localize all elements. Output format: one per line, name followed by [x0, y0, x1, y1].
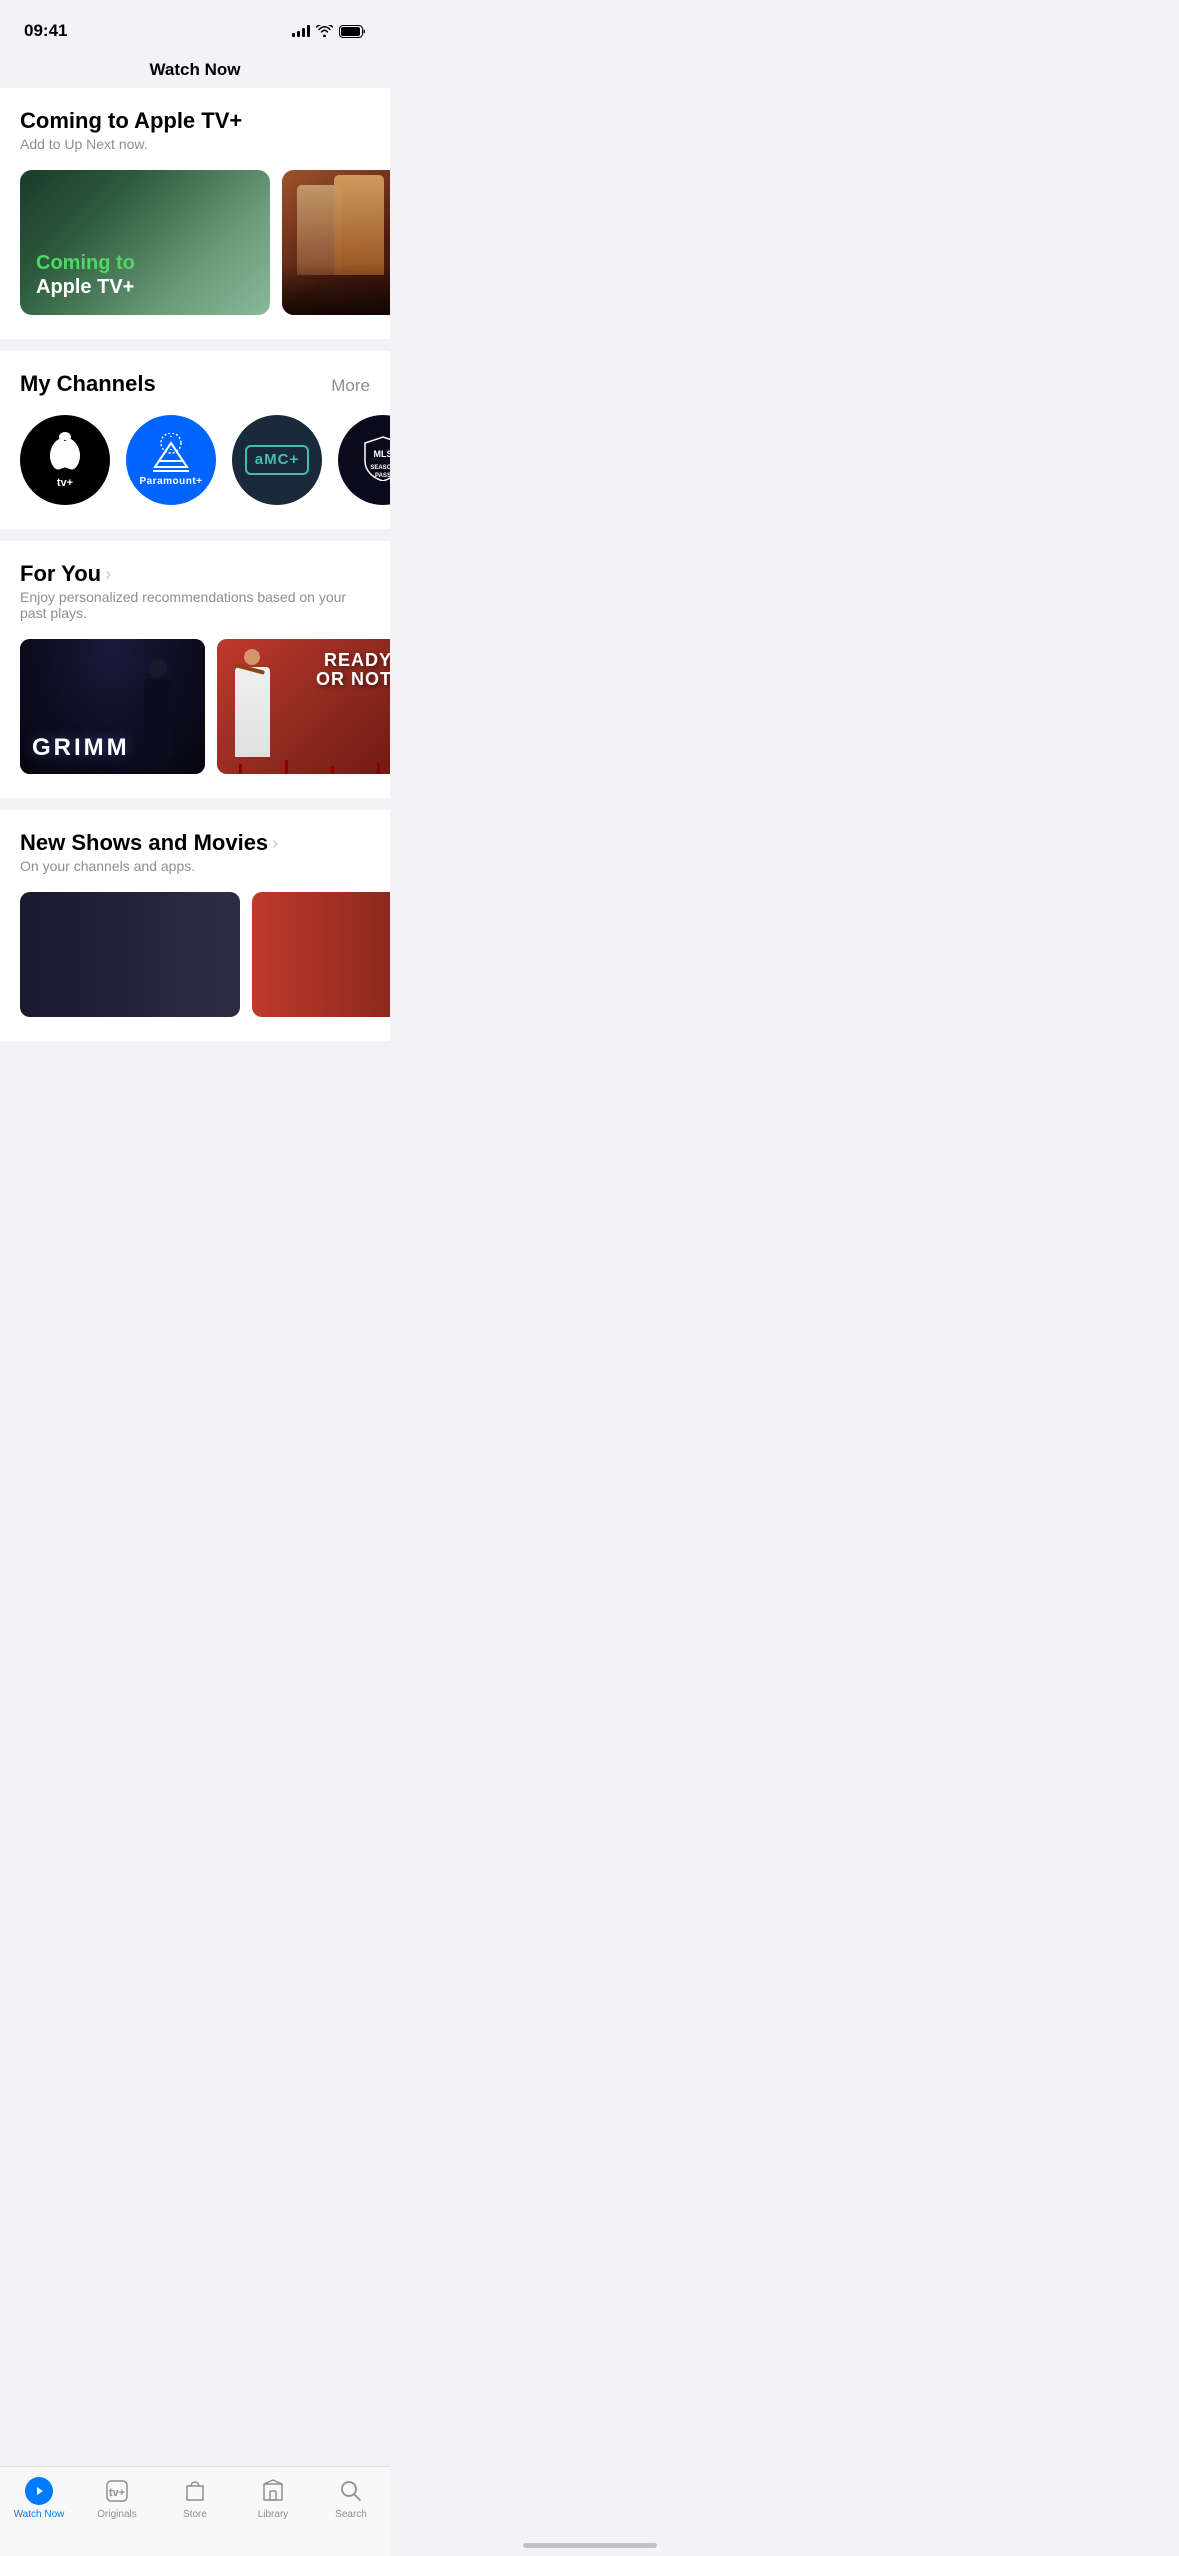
for-you-section: For You › Enjoy personalized recommendat…: [0, 541, 390, 798]
ron-character: [227, 649, 277, 774]
grimm-show-card[interactable]: GRIMM: [20, 639, 205, 774]
amc-logo: aMC+: [245, 445, 309, 475]
ron-title: READYOR NOT: [277, 651, 390, 689]
svg-text:MLS: MLS: [374, 449, 391, 459]
for-you-title: For You: [20, 561, 101, 587]
for-you-chevron: ›: [105, 564, 111, 585]
battery-icon: [339, 25, 366, 38]
new-shows-section: New Shows and Movies › On your channels …: [0, 810, 390, 1041]
ready-or-not-card[interactable]: READYOR NOT: [217, 639, 390, 774]
coming-to-appletv-section: Coming to Apple TV+ Add to Up Next now. …: [0, 88, 390, 339]
tab-store[interactable]: Store: [156, 2477, 234, 2520]
svg-text:SEASON: SEASON: [370, 465, 390, 471]
channels-more-link[interactable]: More: [331, 376, 370, 396]
blood-drips: [217, 759, 390, 774]
new-shows-title: New Shows and Movies: [20, 830, 268, 856]
grimm-character: [130, 659, 185, 774]
originals-tab-label: Originals: [97, 2509, 136, 2520]
new-shows-header: New Shows and Movies › On your channels …: [0, 830, 390, 874]
library-tab-icon: [259, 2477, 287, 2505]
play-circle-icon: [25, 2477, 53, 2505]
tab-search[interactable]: Search: [312, 2477, 390, 2520]
mls-logo: MLS SEASON PASS: [363, 435, 390, 486]
tab-originals[interactable]: tv+ Originals: [78, 2477, 156, 2520]
grimm-head: [149, 659, 167, 677]
grimm-title: GRIMM: [32, 734, 130, 761]
channel-paramount[interactable]: Paramount+: [126, 415, 216, 505]
new-shows-chevron: ›: [272, 833, 278, 854]
library-tab-label: Library: [258, 2509, 289, 2520]
ron-dress: [235, 667, 270, 757]
main-content: Coming to Apple TV+ Add to Up Next now. …: [0, 88, 390, 1143]
signal-icon: [292, 25, 310, 37]
store-tab-icon: [181, 2477, 209, 2505]
for-you-title-link[interactable]: For You ›: [20, 561, 111, 587]
coming-cards-row[interactable]: Coming to Apple TV+ FL In Theaters: [0, 158, 390, 319]
movie-card-featured[interactable]: FL In Theaters: [282, 170, 390, 315]
coming-section-header: Coming to Apple TV+ Add to Up Next now.: [0, 108, 390, 152]
search-tab-icon: [337, 2477, 365, 2505]
for-you-header: For You › Enjoy personalized recommendat…: [0, 561, 390, 621]
channel-amc[interactable]: aMC+: [232, 415, 322, 505]
ron-title-block: READYOR NOT: [277, 651, 390, 689]
status-time: 09:41: [24, 21, 67, 41]
movie-poster-bg: FL: [282, 170, 390, 315]
svg-text:PASS: PASS: [375, 473, 390, 479]
appletv-label: tv+: [49, 477, 81, 489]
new-shows-cards-row[interactable]: [0, 880, 390, 1021]
channel-appletv[interactable]: tv+: [20, 415, 110, 505]
appletv-logo: tv+: [49, 432, 81, 489]
section-title-row: Coming to Apple TV+: [20, 108, 370, 134]
amc-border: aMC+: [245, 445, 309, 475]
store-tab-label: Store: [183, 2509, 207, 2520]
channels-section-header: My Channels More: [0, 371, 390, 397]
coming-section-subtitle: Add to Up Next now.: [20, 136, 370, 152]
gradient-overlay: [282, 265, 390, 315]
channels-section-title: My Channels: [20, 371, 156, 397]
page-title: Watch Now: [150, 60, 241, 79]
search-tab-label: Search: [335, 2509, 367, 2520]
for-you-subtitle: Enjoy personalized recommendations based…: [20, 589, 370, 621]
coming-section-title: Coming to Apple TV+: [20, 108, 242, 134]
for-you-title-row: For You ›: [20, 561, 370, 587]
wifi-icon: [316, 25, 333, 37]
originals-tab-icon: tv+: [103, 2477, 131, 2505]
home-indicator: [523, 2543, 657, 2548]
amc-text: aMC+: [255, 451, 299, 468]
coming-appletv-card[interactable]: Coming to Apple TV+: [20, 170, 270, 315]
paramount-label: Paramount+: [139, 476, 202, 487]
tab-bar: Watch Now tv+ Originals Store: [0, 2466, 390, 2556]
paramount-logo: Paramount+: [139, 433, 202, 487]
for-you-shows-row[interactable]: GRIMM READYOR NOT: [0, 627, 390, 778]
nav-header: Watch Now: [0, 48, 390, 88]
new-shows-title-link[interactable]: New Shows and Movies ›: [20, 830, 278, 856]
channel-mls[interactable]: MLS SEASON PASS: [338, 415, 390, 505]
svg-text:tv+: tv+: [109, 2487, 125, 2499]
watch-now-tab-icon: [25, 2477, 53, 2505]
my-channels-section: My Channels More tv+: [0, 351, 390, 529]
channels-title-row: My Channels More: [20, 371, 370, 397]
new-show-card-2[interactable]: [252, 892, 390, 1017]
new-shows-title-row: New Shows and Movies ›: [20, 830, 370, 856]
grimm-body: [144, 679, 172, 759]
new-show-card-1[interactable]: [20, 892, 240, 1017]
tab-library[interactable]: Library: [234, 2477, 312, 2520]
new-shows-subtitle: On your channels and apps.: [20, 858, 370, 874]
grimm-title-block: GRIMM: [32, 734, 130, 762]
watch-now-tab-label: Watch Now: [14, 2509, 65, 2520]
character-2-main: [334, 175, 384, 275]
channels-row[interactable]: tv+ Paramount+: [0, 403, 390, 509]
tab-watch-now[interactable]: Watch Now: [0, 2477, 78, 2520]
status-icons: [292, 25, 366, 38]
ron-head: [244, 649, 260, 665]
coming-to-label: Coming to Apple TV+: [36, 251, 254, 299]
status-bar: 09:41: [0, 0, 390, 48]
